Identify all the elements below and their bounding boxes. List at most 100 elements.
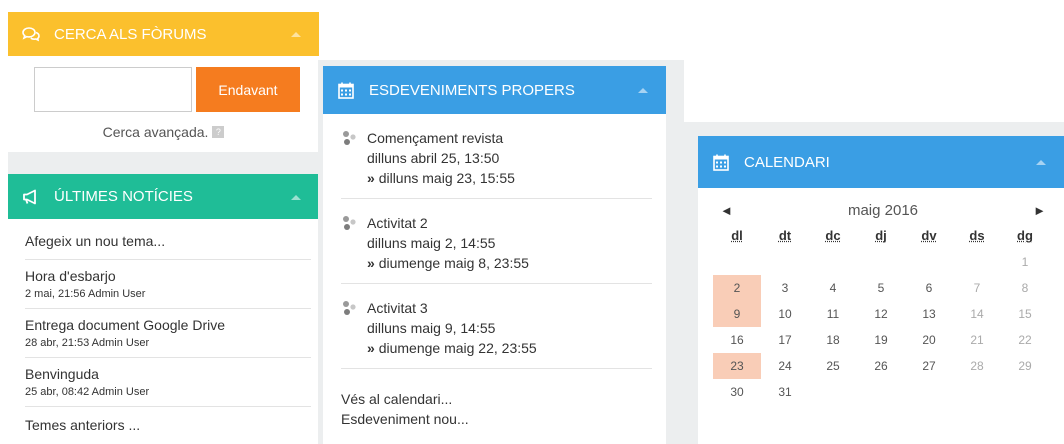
weekday-header: dg [1017, 228, 1033, 243]
news-item-title[interactable]: Benvinguda [25, 364, 311, 384]
calendar-icon [712, 153, 730, 171]
news-item[interactable]: Benvinguda 25 abr, 08:42 Admin User [25, 358, 311, 407]
goto-calendar-link[interactable]: Vés al calendari... [341, 389, 666, 409]
calendar-day: 4 [829, 281, 837, 295]
calendar-day: 19 [874, 333, 888, 347]
calendar-day: 8 [1021, 281, 1029, 295]
calendar-day: 29 [1018, 359, 1032, 373]
event-end-marker: » [367, 340, 375, 356]
calendar-empty-cell [953, 249, 1001, 275]
add-topic-link[interactable]: Afegeix un nou tema... [25, 233, 311, 260]
event-end: diumenge maig 8, 23:55 [378, 255, 529, 271]
calendar-block: CALENDARI ◄ maig 2016 ► dl dt dc dj dv ds dg 1 2… [698, 136, 1064, 444]
news-item[interactable]: Entrega document Google Drive 28 abr, 21… [25, 309, 311, 358]
new-event-link[interactable]: Esdeveniment nou... [341, 409, 666, 429]
collapse-icon[interactable] [291, 194, 301, 200]
calendar-day: 24 [778, 359, 792, 373]
search-input[interactable] [34, 67, 192, 112]
calendar-empty-cell [1001, 379, 1049, 405]
calendar-day[interactable]: 23 [713, 353, 761, 379]
upcoming-events-block: ESDEVENIMENTS PROPERS Començament revist… [323, 66, 672, 444]
calendar-day: 13 [922, 307, 936, 321]
calendar-month[interactable]: maig 2016 [848, 202, 918, 219]
event-name[interactable]: Començament revista [367, 128, 515, 148]
calendar-day: 3 [781, 281, 789, 295]
search-forums-header: CERCA ALS FÒRUMS [8, 12, 319, 56]
calendar-day: 5 [877, 281, 885, 295]
event-item[interactable]: Activitat 3 dilluns maig 9, 14:55 » dium… [341, 284, 652, 369]
search-go-button[interactable]: Endavant [196, 67, 300, 112]
calendar-day: 10 [778, 307, 792, 321]
calendar-day: 30 [730, 385, 744, 399]
calendar-day: 6 [925, 281, 933, 295]
latest-news-header: ÚLTIMES NOTÍCIES [8, 174, 319, 219]
event-item[interactable]: Activitat 2 dilluns maig 2, 14:55 » dium… [341, 199, 652, 284]
calendar-icon [337, 81, 355, 99]
calendar-day: 21 [970, 333, 984, 347]
calendar-day: 31 [778, 385, 792, 399]
calendar-empty-cell [761, 249, 809, 275]
search-forums-block: CERCA ALS FÒRUMS Endavant Cerca avançada… [8, 12, 319, 152]
news-item-meta: 2 mai, 21:56 Admin User [25, 288, 146, 300]
older-topics-link[interactable]: Temes anteriors ... [25, 417, 311, 433]
course-event-icon [341, 128, 359, 188]
weekday-header: dt [778, 228, 792, 243]
calendar-day: 16 [730, 333, 744, 347]
calendar-day: 22 [1018, 333, 1032, 347]
event-start: dilluns maig 9, 14:55 [367, 320, 496, 336]
course-event-icon [341, 298, 359, 358]
latest-news-block: ÚLTIMES NOTÍCIES Afegeix un nou tema... … [8, 174, 319, 444]
comments-icon [22, 25, 40, 43]
news-item[interactable]: Hora d'esbarjo 2 mai, 21:56 Admin User [25, 260, 311, 309]
calendar-day: 15 [1018, 307, 1032, 321]
next-month-button[interactable]: ► [1033, 203, 1046, 218]
calendar-day[interactable]: 2 [713, 275, 761, 301]
event-item[interactable]: Començament revista dilluns abril 25, 13… [341, 114, 652, 199]
collapse-icon[interactable] [291, 32, 301, 37]
upcoming-events-header: ESDEVENIMENTS PROPERS [323, 66, 666, 114]
help-icon[interactable]: ? [212, 126, 225, 138]
latest-news-title: ÚLTIMES NOTÍCIES [54, 188, 193, 205]
event-end-marker: » [367, 170, 375, 186]
event-end: diumenge maig 22, 23:55 [378, 340, 537, 356]
calendar-empty-cell [713, 249, 761, 275]
weekday-header: dc [825, 228, 841, 243]
weekday-header: ds [969, 228, 985, 243]
calendar-day: 12 [874, 307, 888, 321]
previous-month-button[interactable]: ◄ [720, 203, 733, 218]
event-name[interactable]: Activitat 2 [367, 213, 529, 233]
upcoming-events-title: ESDEVENIMENTS PROPERS [369, 81, 575, 99]
calendar-empty-cell [857, 379, 905, 405]
calendar-day: 1 [1021, 255, 1029, 269]
news-item-title[interactable]: Entrega document Google Drive [25, 315, 311, 335]
news-item-meta: 25 abr, 08:42 Admin User [25, 386, 150, 398]
calendar-header: CALENDARI [698, 136, 1064, 188]
event-end: dilluns maig 23, 15:55 [378, 170, 515, 186]
weekday-header: dl [731, 228, 743, 243]
calendar-day: 11 [826, 307, 840, 321]
calendar-empty-cell [953, 379, 1001, 405]
calendar-day[interactable]: 9 [713, 301, 761, 327]
calendar-title: CALENDARI [744, 153, 830, 171]
calendar-day: 20 [922, 333, 936, 347]
advanced-search-link[interactable]: Cerca avançada. [103, 124, 209, 140]
weekday-header: dv [921, 228, 937, 243]
calendar-day: 25 [826, 359, 840, 373]
calendar-empty-cell [809, 249, 857, 275]
bullhorn-icon [22, 188, 40, 206]
event-name[interactable]: Activitat 3 [367, 298, 537, 318]
news-item-title[interactable]: Hora d'esbarjo [25, 266, 311, 286]
event-end-marker: » [367, 255, 375, 271]
collapse-icon[interactable] [1036, 160, 1046, 165]
calendar-empty-cell [857, 249, 905, 275]
weekday-header: dj [875, 228, 887, 243]
event-start: dilluns abril 25, 13:50 [367, 150, 500, 166]
calendar-empty-cell [905, 249, 953, 275]
calendar-empty-cell [809, 379, 857, 405]
calendar-day: 28 [970, 359, 984, 373]
block-separator [8, 152, 319, 174]
collapse-icon[interactable] [638, 88, 648, 93]
news-item-meta: 28 abr, 21:53 Admin User [25, 337, 150, 349]
calendar-day: 14 [970, 307, 984, 321]
calendar-day: 26 [874, 359, 888, 373]
